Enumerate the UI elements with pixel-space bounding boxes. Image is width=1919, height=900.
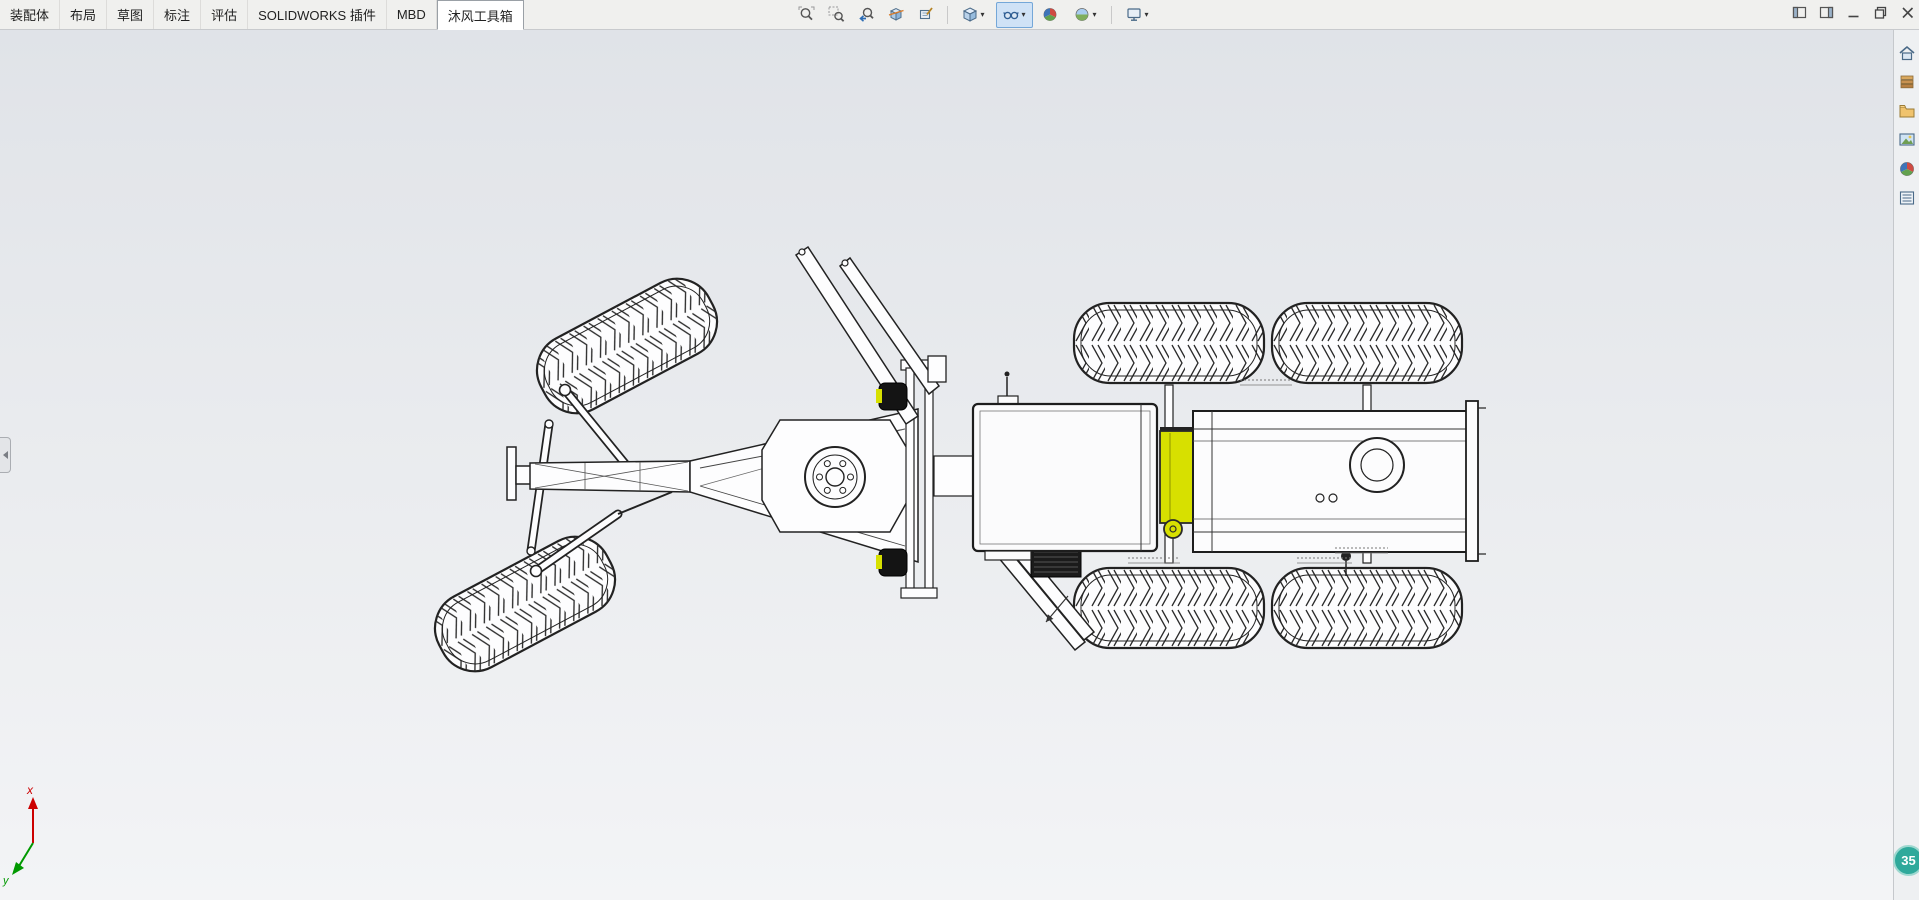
cab[interactable] [971, 371, 1159, 561]
tab-mbd[interactable]: MBD [387, 0, 437, 29]
hide-show-items-button[interactable]: ▾ [996, 1, 1033, 28]
model-graphics: x y [2, 245, 1486, 887]
zoom-area-icon [828, 6, 845, 22]
view-orientation-button[interactable]: ▾ [956, 3, 991, 27]
edit-appearance-icon [1043, 8, 1057, 21]
show-display-pane-button[interactable] [1818, 4, 1834, 20]
apply-scene-button[interactable]: ▾ [1068, 3, 1103, 27]
view-settings-icon [1127, 8, 1142, 21]
solidworks-resources-button[interactable] [1897, 43, 1917, 63]
close-button[interactable] [1899, 4, 1915, 20]
hide-show-items-icon [1003, 11, 1020, 20]
dynamic-annotation-button[interactable] [914, 3, 939, 27]
hydraulic-block-yellow[interactable] [1159, 427, 1194, 539]
custom-properties-button[interactable] [1897, 188, 1917, 208]
apply-scene-icon [1076, 8, 1089, 21]
design-library-button[interactable] [1897, 72, 1917, 92]
triad-x-label: x [26, 783, 34, 797]
display-pane-icon [1819, 6, 1833, 18]
rear-wheel-front-top[interactable] [1072, 301, 1266, 385]
preview-pane-icon [1792, 6, 1806, 18]
file-explorer-button[interactable] [1897, 101, 1917, 121]
toolbar-separator [1111, 5, 1112, 24]
dropdown-arrow-icon: ▾ [1092, 9, 1097, 19]
commandmanager-tabs: 装配体 布局 草图 标注 评估 SOLIDWORKS 插件 MBD 沐风工具箱 [0, 0, 524, 30]
floating-count-badge[interactable]: 35 [1893, 845, 1919, 876]
design-library-icon [1900, 75, 1913, 89]
blade-mast[interactable] [794, 245, 947, 426]
rear-chassis[interactable] [1192, 400, 1486, 576]
command-bar: 装配体 布局 草图 标注 评估 SOLIDWORKS 插件 MBD 沐风工具箱 [0, 0, 1919, 30]
solidworks-window: { "tabs": [ {"label": "装配体", "active": f… [0, 0, 1919, 900]
toolbar-separator [947, 5, 948, 24]
show-preview-pane-button[interactable] [1791, 4, 1807, 20]
section-view-button[interactable] [884, 3, 909, 27]
badge-count: 35 [1901, 853, 1916, 868]
view-palette-icon [1898, 133, 1915, 146]
tab-layout[interactable]: 布局 [60, 0, 108, 29]
restore-icon [1874, 6, 1886, 19]
view-settings-button[interactable]: ▾ [1120, 3, 1155, 27]
minimize-icon [1848, 15, 1858, 17]
front-lower-wheel[interactable] [421, 522, 629, 686]
task-pane-strip [1893, 29, 1919, 900]
dropdown-arrow-icon: ▾ [1021, 9, 1026, 19]
frame-cab-connector[interactable] [933, 455, 974, 497]
tab-assembly[interactable]: 装配体 [0, 0, 61, 29]
folder-icon [1899, 105, 1914, 118]
zoom-fit-icon [798, 6, 815, 21]
rear-wheel-rear-top[interactable] [1270, 301, 1464, 385]
dynamic-annotation-icon [919, 7, 933, 20]
tab-sketch[interactable]: 草图 [107, 0, 155, 29]
appearances-button[interactable] [1897, 159, 1917, 179]
tab-annotation[interactable]: 标注 [154, 0, 202, 29]
custom-properties-icon [1899, 191, 1914, 205]
zoom-area-button[interactable] [824, 3, 849, 27]
rear-wheel-front-bottom[interactable] [1072, 566, 1266, 650]
headsup-view-toolbar: ▾ ▾ ▾ ▾ [794, 1, 1155, 28]
triad-y-label: y [2, 875, 10, 887]
chevron-left-icon [2, 451, 8, 459]
front-upper-wheel[interactable] [523, 264, 731, 428]
appearances-icon [1899, 162, 1914, 176]
home-icon [1898, 45, 1915, 61]
tab-evaluate[interactable]: 评估 [201, 0, 249, 29]
minimize-button[interactable] [1845, 4, 1861, 20]
window-controls [1791, 4, 1915, 20]
previous-view-icon [859, 7, 874, 22]
dropdown-arrow-icon: ▾ [980, 9, 985, 19]
orientation-triad: x y [2, 783, 38, 887]
view-orientation-icon [963, 7, 978, 22]
dropdown-arrow-icon: ▾ [1144, 9, 1149, 19]
zoom-fit-button[interactable] [794, 3, 819, 27]
close-icon [1901, 6, 1913, 18]
restore-button[interactable] [1872, 4, 1888, 20]
front-hitch[interactable] [506, 446, 532, 501]
tab-mufeng-toolbox[interactable]: 沐风工具箱 [436, 0, 524, 30]
previous-view-button[interactable] [854, 3, 879, 27]
articulation-circle[interactable] [761, 419, 909, 533]
edit-appearance-button[interactable] [1038, 3, 1063, 27]
collapsed-panel-tab[interactable] [0, 437, 11, 473]
section-view-icon [888, 7, 904, 21]
rear-wheel-rear-bottom[interactable] [1270, 566, 1464, 650]
tab-solidworks-addins[interactable]: SOLIDWORKS 插件 [248, 0, 387, 29]
view-palette-button[interactable] [1897, 130, 1917, 150]
